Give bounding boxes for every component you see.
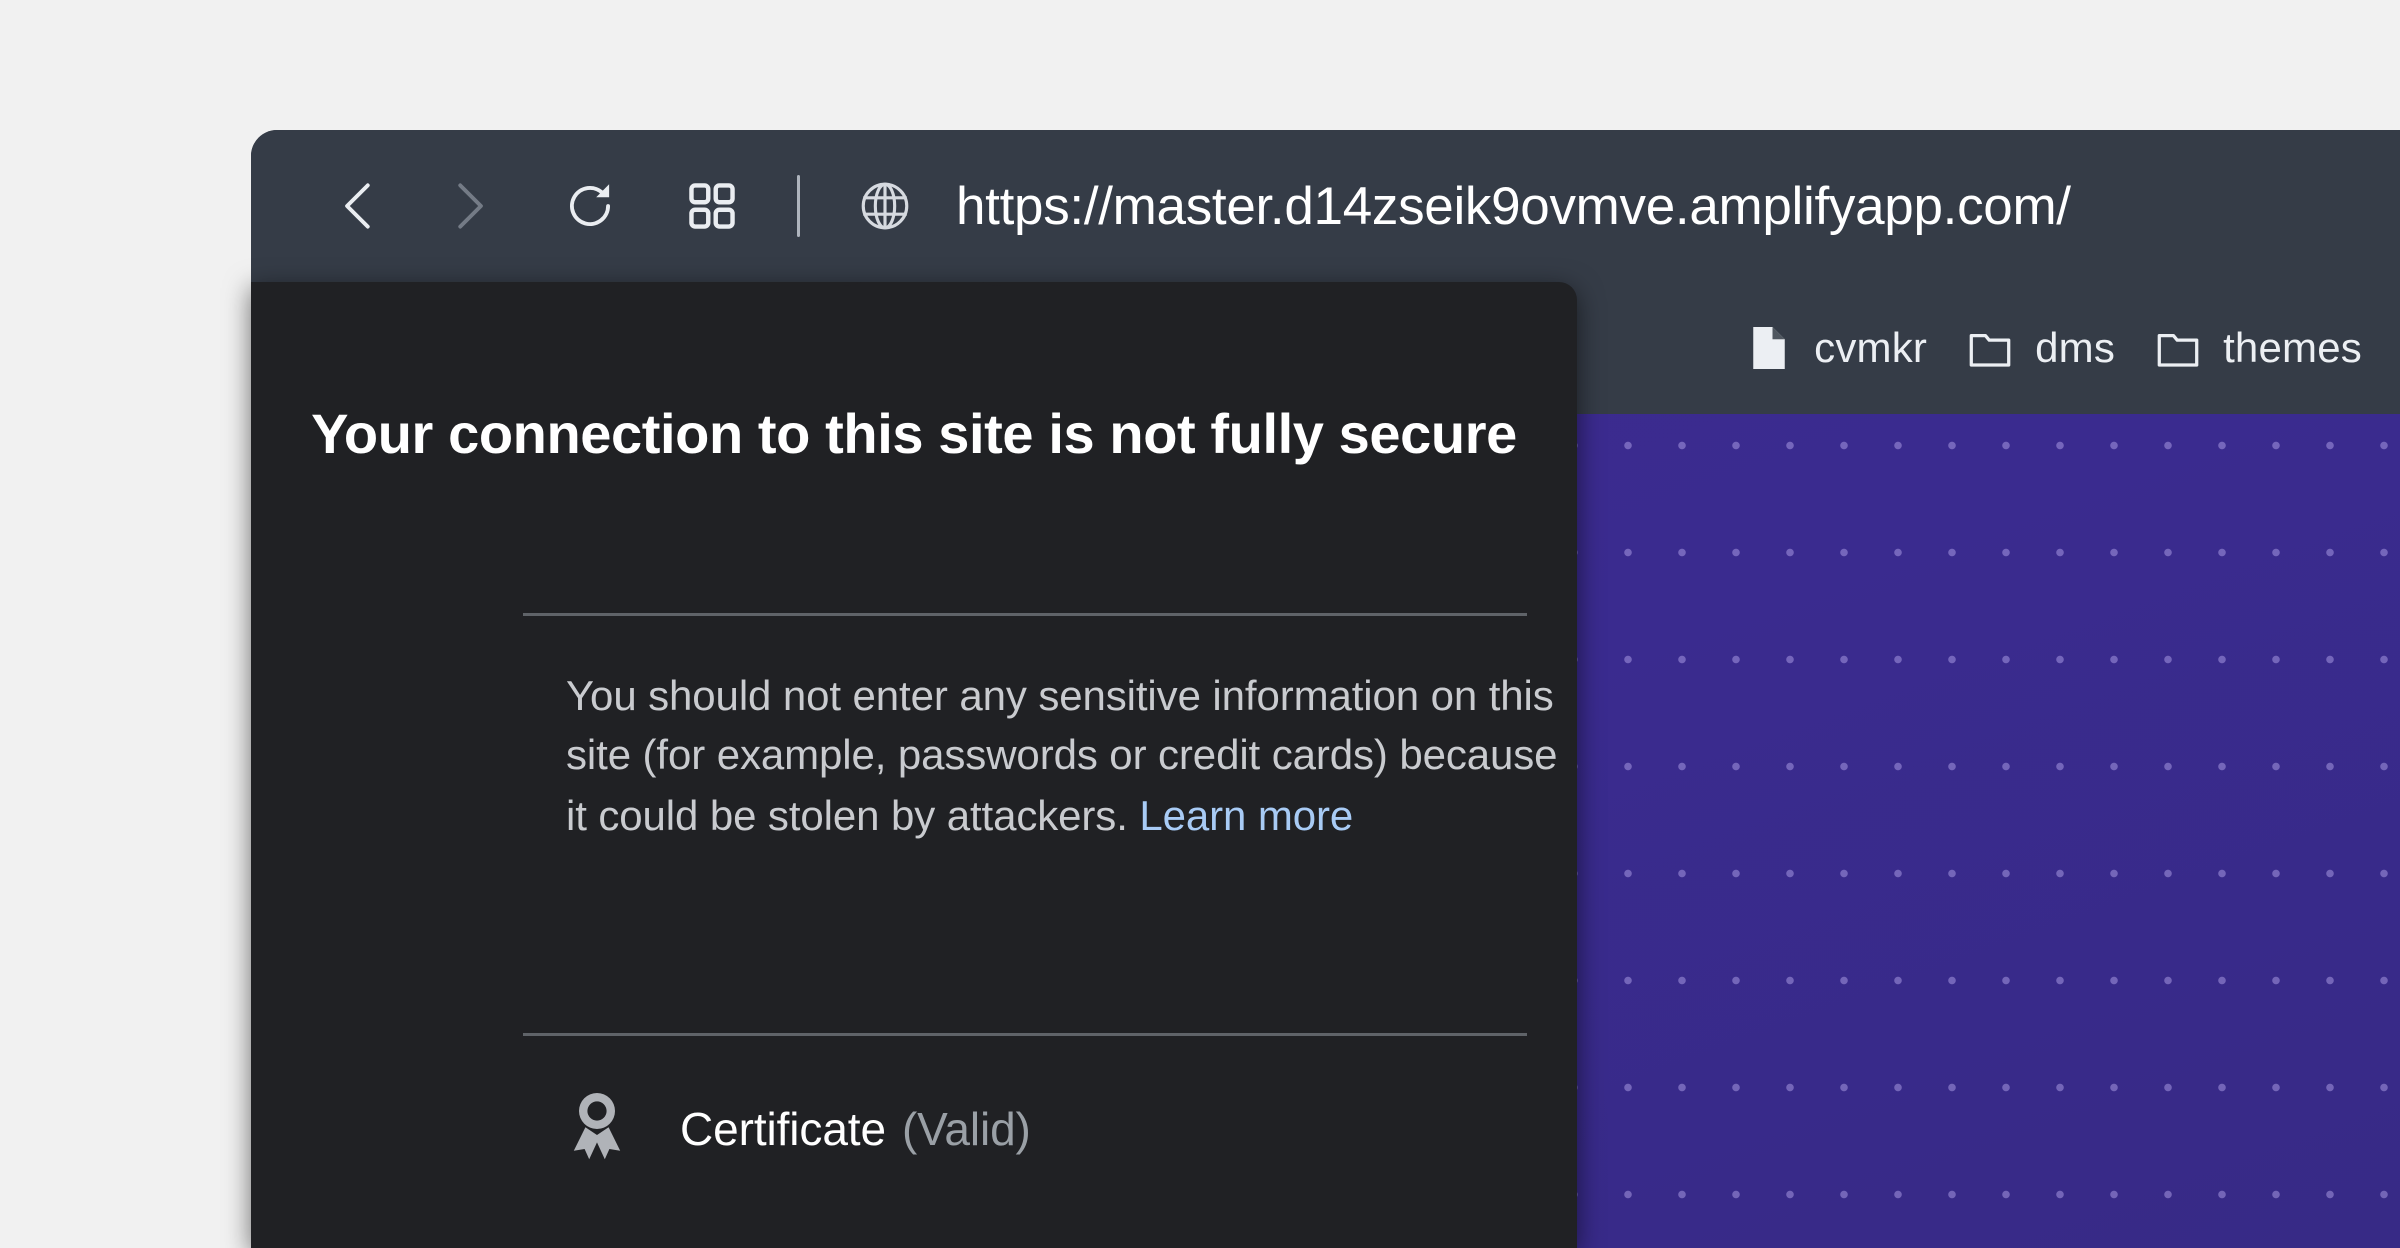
site-info-globe-icon[interactable] (842, 163, 928, 249)
browser-toolbar: https://master.d14zseik9ovmve.amplifyapp… (251, 130, 2400, 282)
popup-divider-top (523, 613, 1527, 616)
popup-divider-bottom (523, 1033, 1527, 1036)
folder-icon (2155, 325, 2201, 371)
document-icon (1746, 325, 1792, 371)
bookmark-themes[interactable]: themes (2155, 324, 2362, 372)
folder-icon (1967, 325, 2013, 371)
screen: https://master.d14zseik9ovmve.amplifyapp… (0, 0, 2400, 1248)
bookmark-label: cvmkr (1814, 324, 1928, 371)
popup-body-container: You should not enter any sensitive infor… (566, 667, 1566, 845)
certificate-row[interactable]: Certificate (Valid) (566, 1090, 1031, 1168)
bookmark-label: themes (2223, 324, 2362, 371)
bookmark-label: dms (2035, 324, 2116, 371)
forward-button[interactable] (425, 163, 511, 249)
address-bar-url[interactable]: https://master.d14zseik9ovmve.amplifyapp… (956, 176, 2071, 237)
popup-pointer-arrow (842, 282, 1002, 286)
popup-title: Your connection to this site is not full… (311, 402, 1517, 465)
toolbar-separator (797, 175, 800, 237)
back-button[interactable] (317, 163, 403, 249)
bookmark-cvmkr[interactable]: cvmkr (1746, 324, 1927, 372)
navigation-button-group (317, 163, 755, 249)
popup-body-text: You should not enter any sensitive infor… (566, 672, 1558, 839)
learn-more-link[interactable]: Learn more (1139, 787, 1353, 846)
certificate-status-badge: (Valid) (901, 1103, 1031, 1155)
certificate-ribbon-icon (566, 1090, 628, 1168)
bookmark-dms[interactable]: dms (1967, 324, 2115, 372)
reload-button[interactable] (547, 163, 633, 249)
site-security-popup: Your connection to this site is not full… (251, 282, 1577, 1248)
apps-grid-button[interactable] (669, 163, 755, 249)
certificate-label: Certificate (680, 1103, 886, 1155)
